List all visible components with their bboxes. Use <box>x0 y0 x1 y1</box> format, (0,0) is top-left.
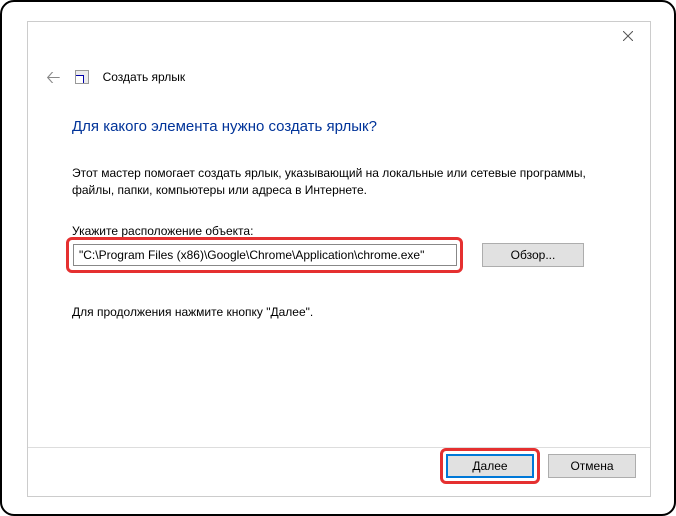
browse-button[interactable]: Обзор... <box>482 243 584 267</box>
header-row: 🡠 Создать ярлык <box>46 68 185 86</box>
path-input[interactable] <box>73 244 457 266</box>
shortcut-icon <box>75 70 89 84</box>
create-shortcut-dialog: 🡠 Создать ярлык Для какого элемента нужн… <box>27 21 651 497</box>
close-icon <box>623 31 633 41</box>
close-button[interactable] <box>605 22 650 50</box>
back-arrow-icon[interactable]: 🡠 <box>46 68 61 86</box>
next-highlight-annotation: Далее <box>440 448 540 484</box>
dialog-footer: Далее Отмена <box>440 448 636 484</box>
wizard-description: Этот мастер помогает создать ярлык, указ… <box>72 165 602 199</box>
path-field-label: Укажите расположение объекта: <box>72 224 253 238</box>
next-button[interactable]: Далее <box>446 454 534 478</box>
cancel-button[interactable]: Отмена <box>548 454 636 478</box>
continue-instruction: Для продолжения нажмите кнопку "Далее". <box>72 305 313 319</box>
dialog-title: Создать ярлык <box>103 70 186 84</box>
main-heading: Для какого элемента нужно создать ярлык? <box>72 118 377 135</box>
